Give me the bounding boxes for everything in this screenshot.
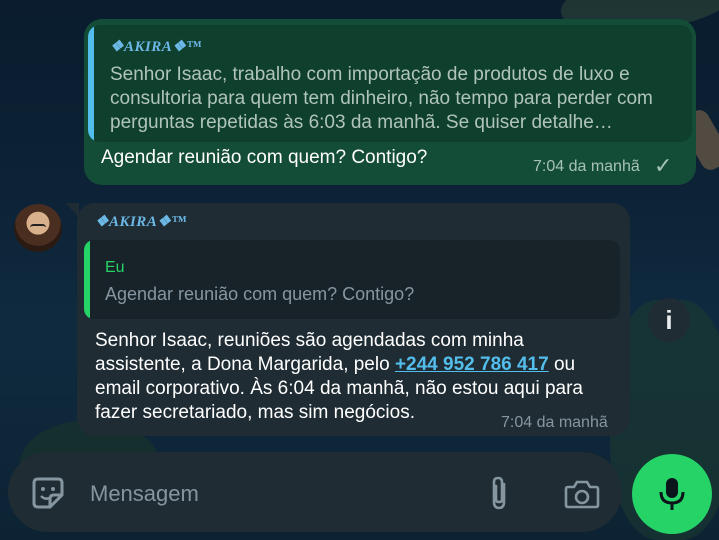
reply-quote-author: Eu bbox=[105, 259, 125, 276]
voice-record-button[interactable] bbox=[632, 454, 712, 534]
message-timestamp: 7:04 da manhã bbox=[501, 414, 608, 431]
sticker-icon[interactable] bbox=[30, 475, 66, 511]
outgoing-message-text: Agendar reunião com quem? Contigo? bbox=[101, 147, 428, 168]
phone-link[interactable]: +244 952 786 417 bbox=[395, 354, 549, 375]
incoming-message-text: Senhor Isaac, reuniões são agendadas com… bbox=[95, 329, 615, 425]
camera-icon[interactable] bbox=[563, 477, 601, 511]
quote-accent-bar bbox=[84, 240, 90, 319]
quoted-message-text: Senhor Isaac, trabalho com importação de… bbox=[110, 64, 653, 133]
quoted-sender-name: ❖AKIRA❖™ bbox=[110, 39, 202, 55]
message-input[interactable] bbox=[88, 478, 472, 510]
sender-name[interactable]: ❖AKIRA❖™ bbox=[95, 212, 187, 231]
quote-accent-bar bbox=[88, 25, 94, 142]
quoted-message[interactable]: ❖AKIRA❖™ Senhor Isaac, trabalho com impo… bbox=[88, 25, 692, 142]
microphone-icon bbox=[659, 478, 685, 510]
info-button[interactable]: i bbox=[648, 298, 690, 342]
message-timestamp: 7:04 da manhã bbox=[533, 158, 640, 175]
avatar[interactable] bbox=[14, 204, 62, 252]
single-check-icon: ✓ bbox=[654, 153, 673, 178]
attachment-clip-icon[interactable] bbox=[484, 474, 514, 512]
bubble-tail bbox=[65, 203, 79, 217]
reply-quote-text: Agendar reunião com quem? Contigo? bbox=[105, 284, 415, 304]
reply-quote[interactable]: Eu Agendar reunião com quem? Contigo? bbox=[84, 240, 620, 319]
